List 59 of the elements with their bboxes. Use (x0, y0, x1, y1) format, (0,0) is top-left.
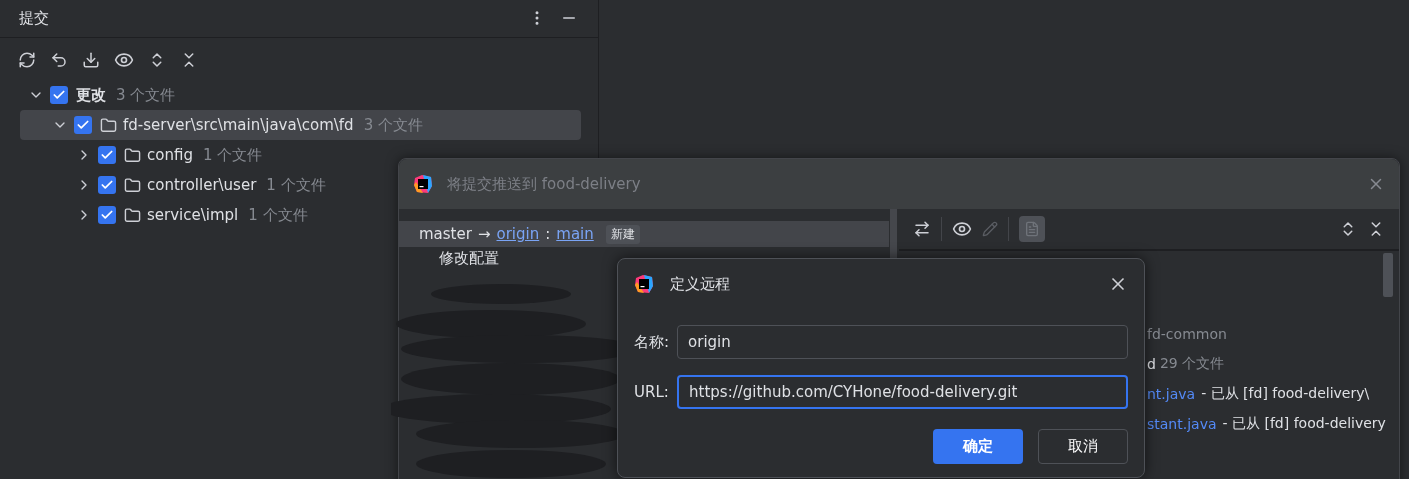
file-name[interactable]: nt.java (1147, 386, 1196, 402)
folder-icon (124, 146, 141, 164)
tree-label: 更改 (76, 85, 106, 105)
tree-row[interactable]: fd-server\src\main\java\com\fd 3 个文件 (20, 110, 581, 140)
input-field[interactable]: origin (677, 325, 1128, 359)
source-branch: master (419, 225, 472, 243)
folder-icon (124, 206, 141, 224)
check-icon (100, 148, 114, 162)
scrollbar[interactable] (1383, 253, 1393, 297)
file-count: 3 个文件 (363, 115, 423, 135)
tree-label: fd-server\src\main\java\com\fd (123, 116, 354, 134)
checkbox[interactable] (98, 206, 116, 224)
check-icon (76, 118, 90, 132)
checkbox[interactable] (98, 146, 116, 164)
input-field[interactable]: https://github.com/CYHone/food-delivery.git (677, 375, 1128, 409)
eye-icon[interactable] (952, 219, 972, 239)
file-count: 3 个文件 (116, 85, 176, 105)
checkbox[interactable] (50, 86, 68, 104)
file-note: - 已从 [fd] food-delivery\ (1201, 385, 1370, 403)
app-logo-icon (413, 174, 433, 194)
tree-label: controller\user (147, 176, 257, 194)
download-icon[interactable] (82, 50, 100, 70)
field-label: URL: (634, 383, 670, 401)
branch-row[interactable]: master → origin : main 新建 (399, 221, 889, 247)
separator-text: : (545, 225, 551, 243)
file-count: 1 个文件 (266, 175, 326, 195)
new-badge: 新建 (605, 224, 640, 244)
app-logo-icon (634, 274, 654, 294)
swap-arrows-icon[interactable] (913, 220, 931, 238)
eye-icon[interactable] (114, 50, 134, 70)
confirm-button[interactable]: 确定 (933, 429, 1023, 464)
dialog-title: 将提交推送到 food-delivery (447, 174, 642, 194)
cancel-button[interactable]: 取消 (1038, 429, 1128, 464)
file-count: 29 个文件 (1159, 355, 1225, 373)
check-icon (100, 208, 114, 222)
file-name[interactable]: stant.java (1147, 416, 1217, 432)
tree-label: service\impl (147, 206, 239, 224)
tree-row[interactable]: config 1 个文件 (20, 140, 581, 170)
dialog-title: 定义远程 (670, 274, 731, 294)
checkbox[interactable] (98, 176, 116, 194)
file-count: 1 个文件 (248, 205, 308, 225)
arrow-text: → (477, 225, 491, 243)
file-note: - 已从 [fd] food-delivery (1222, 415, 1386, 433)
tree-label: config (147, 146, 193, 164)
folder-name: d (1147, 356, 1156, 372)
file-count: 1 个文件 (202, 145, 263, 165)
check-icon (52, 88, 66, 102)
refresh-icon[interactable] (18, 50, 36, 70)
check-icon (100, 178, 114, 192)
field-label: 名称: (634, 332, 670, 352)
target-branch-link[interactable]: main (556, 225, 594, 243)
tree-row[interactable]: 更改 3 个文件 (20, 80, 581, 110)
folder-icon (100, 116, 117, 134)
undo-icon[interactable] (50, 50, 68, 70)
remote-link[interactable]: origin (496, 225, 540, 243)
checkbox[interactable] (74, 116, 92, 134)
panel-title: 提交 (19, 8, 50, 28)
folder-name: fd-common (1147, 326, 1227, 342)
folder-icon (124, 176, 141, 194)
